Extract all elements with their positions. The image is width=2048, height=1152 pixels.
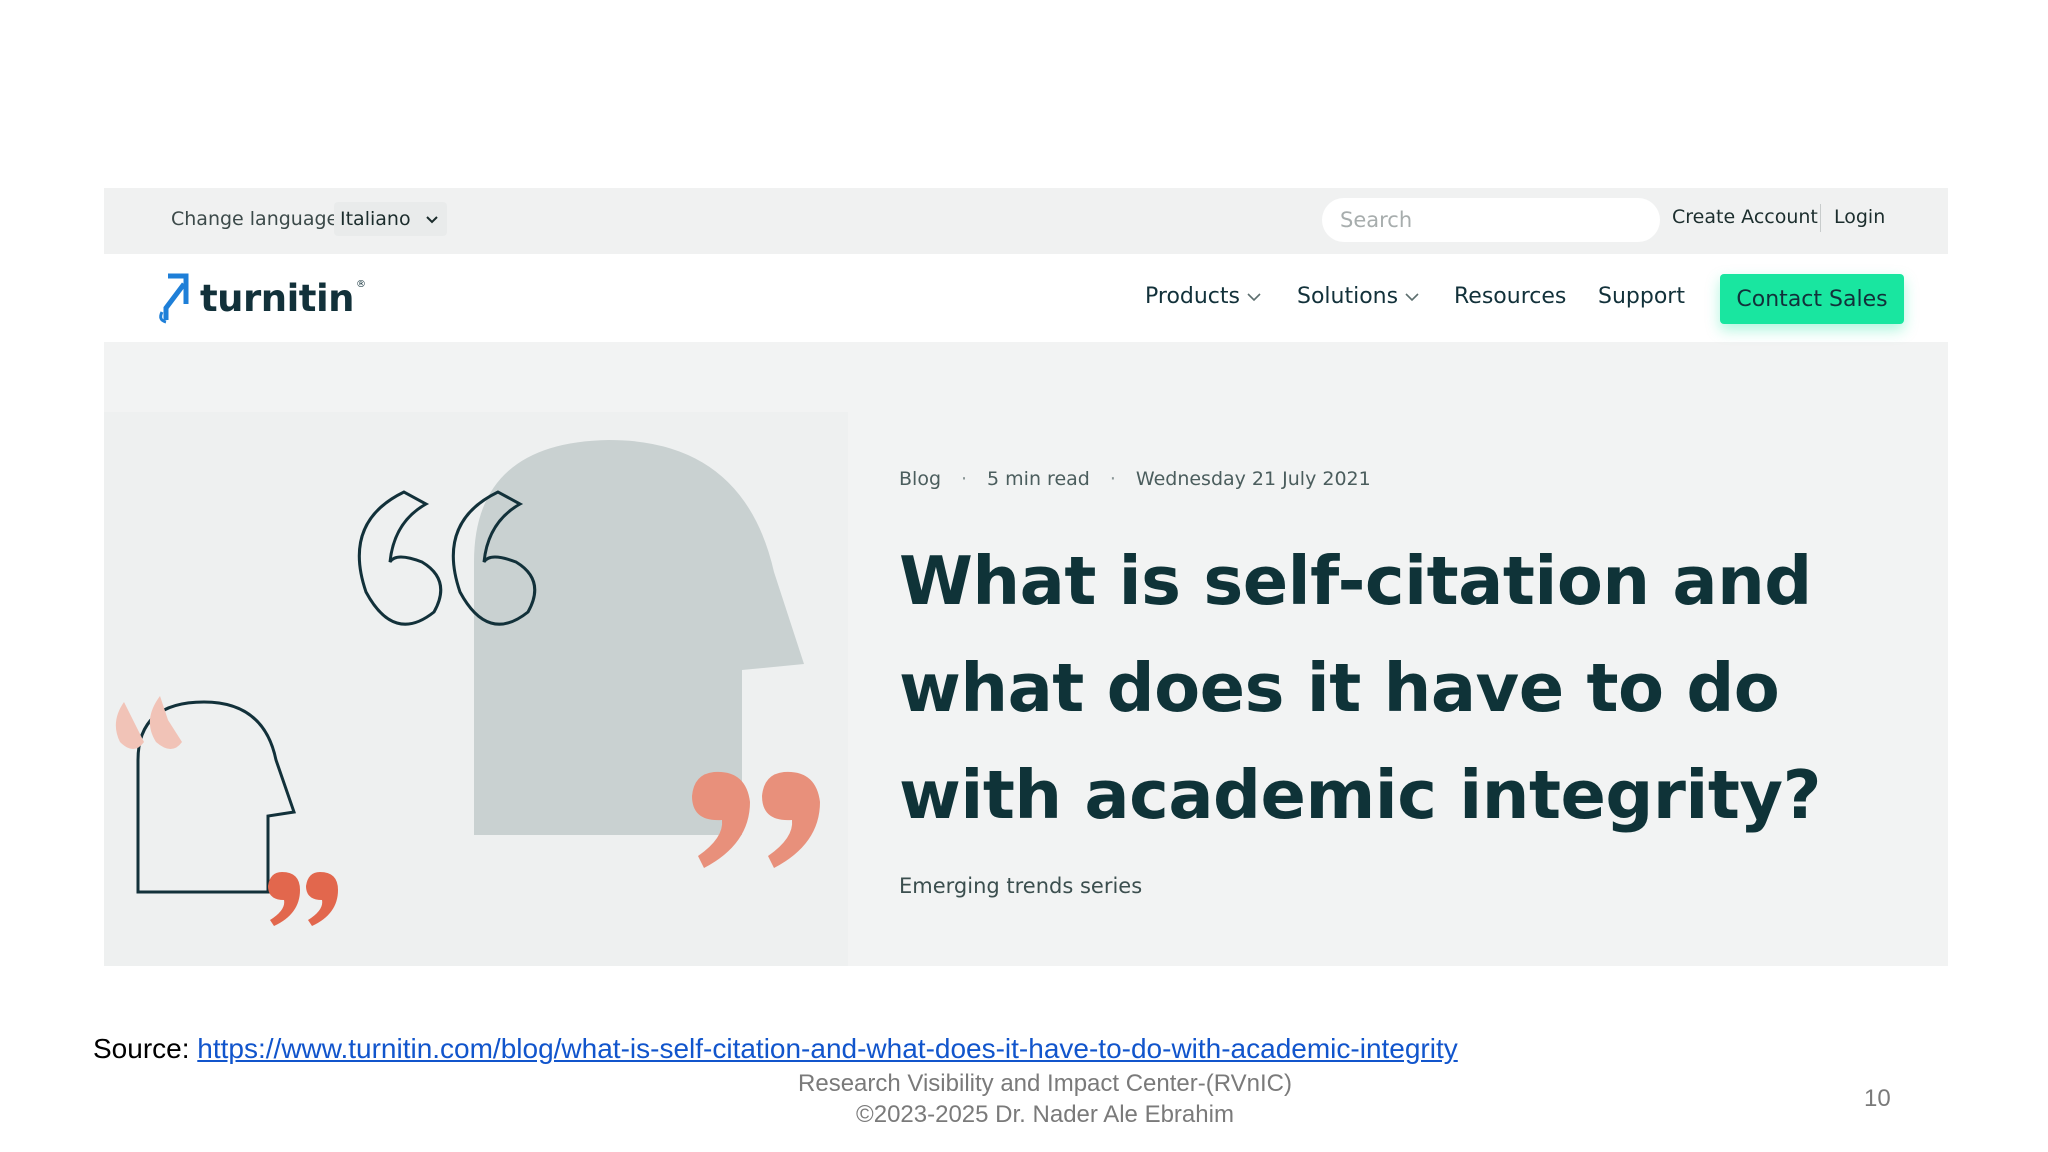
utility-bar: Change language Italiano Create Account … [104,188,1948,254]
source-prefix: Source: [93,1033,198,1064]
chevron-down-icon [425,216,438,224]
chevron-down-icon [1247,292,1261,301]
open-quote-outline [357,490,443,626]
contact-sales-button[interactable]: Contact Sales [1720,274,1904,324]
turnitin-logo-icon [159,273,189,324]
language-value: Italiano [340,208,411,230]
meta-separator: · [961,468,968,490]
close-quote-small [306,872,338,926]
trademark-mark: ® [356,278,367,290]
article-title: What is self-citation and what does it h… [899,542,1821,834]
meta-separator: · [1109,468,1116,490]
change-language-label: Change language [171,208,339,230]
close-quote-coral [762,771,820,868]
source-link[interactable]: https://www.turnitin.com/blog/what-is-se… [197,1033,1457,1064]
website-screenshot: Change language Italiano Create Account … [104,188,1948,966]
footer-copyright: ©2023-2025 Dr. Nader Ale Ebrahim [856,1101,1234,1128]
source-line: Source: https://www.turnitin.com/blog/wh… [93,1033,1458,1065]
login-link[interactable]: Login [1834,206,1885,228]
meta-category[interactable]: Blog [899,468,941,490]
nav-support-label: Support [1598,284,1685,309]
nav-solutions[interactable]: Solutions [1297,284,1419,309]
nav-resources[interactable]: Resources [1454,284,1566,309]
quote-heads-illustration [115,440,820,926]
turnitin-logo[interactable]: turnitin ® [158,272,372,324]
nav-resources-label: Resources [1454,284,1567,309]
nav-products-label: Products [1145,284,1240,309]
nav-products[interactable]: Products [1145,284,1261,309]
create-account-link[interactable]: Create Account [1672,206,1818,228]
chevron-down-icon [1405,292,1419,301]
slide-footer: Research Visibility and Impact Center-(R… [0,1068,2048,1130]
utility-divider [1820,204,1821,232]
hero-illustration [104,412,848,966]
main-navigation: turnitin ® Products Solutions Resources … [104,254,1948,342]
faded-quote-mark [115,702,144,749]
footer-organization: Research Visibility and Impact Center-(R… [798,1070,1292,1097]
meta-date: Wednesday 21 July 2021 [1135,468,1371,490]
article-meta: Blog · 5 min read · Wednesday 21 July 20… [899,468,1371,490]
series-label[interactable]: Emerging trends series [899,874,1142,898]
meta-read-time: 5 min read [987,468,1090,490]
head-silhouette-large [474,440,804,835]
logo-wordmark: turnitin [200,276,355,320]
nav-support[interactable]: Support [1598,284,1685,309]
language-select[interactable]: Italiano [334,202,447,236]
slide-number: 10 [1864,1085,1891,1112]
search-input[interactable] [1322,198,1660,242]
close-quote-small [268,872,300,926]
nav-solutions-label: Solutions [1297,284,1399,309]
